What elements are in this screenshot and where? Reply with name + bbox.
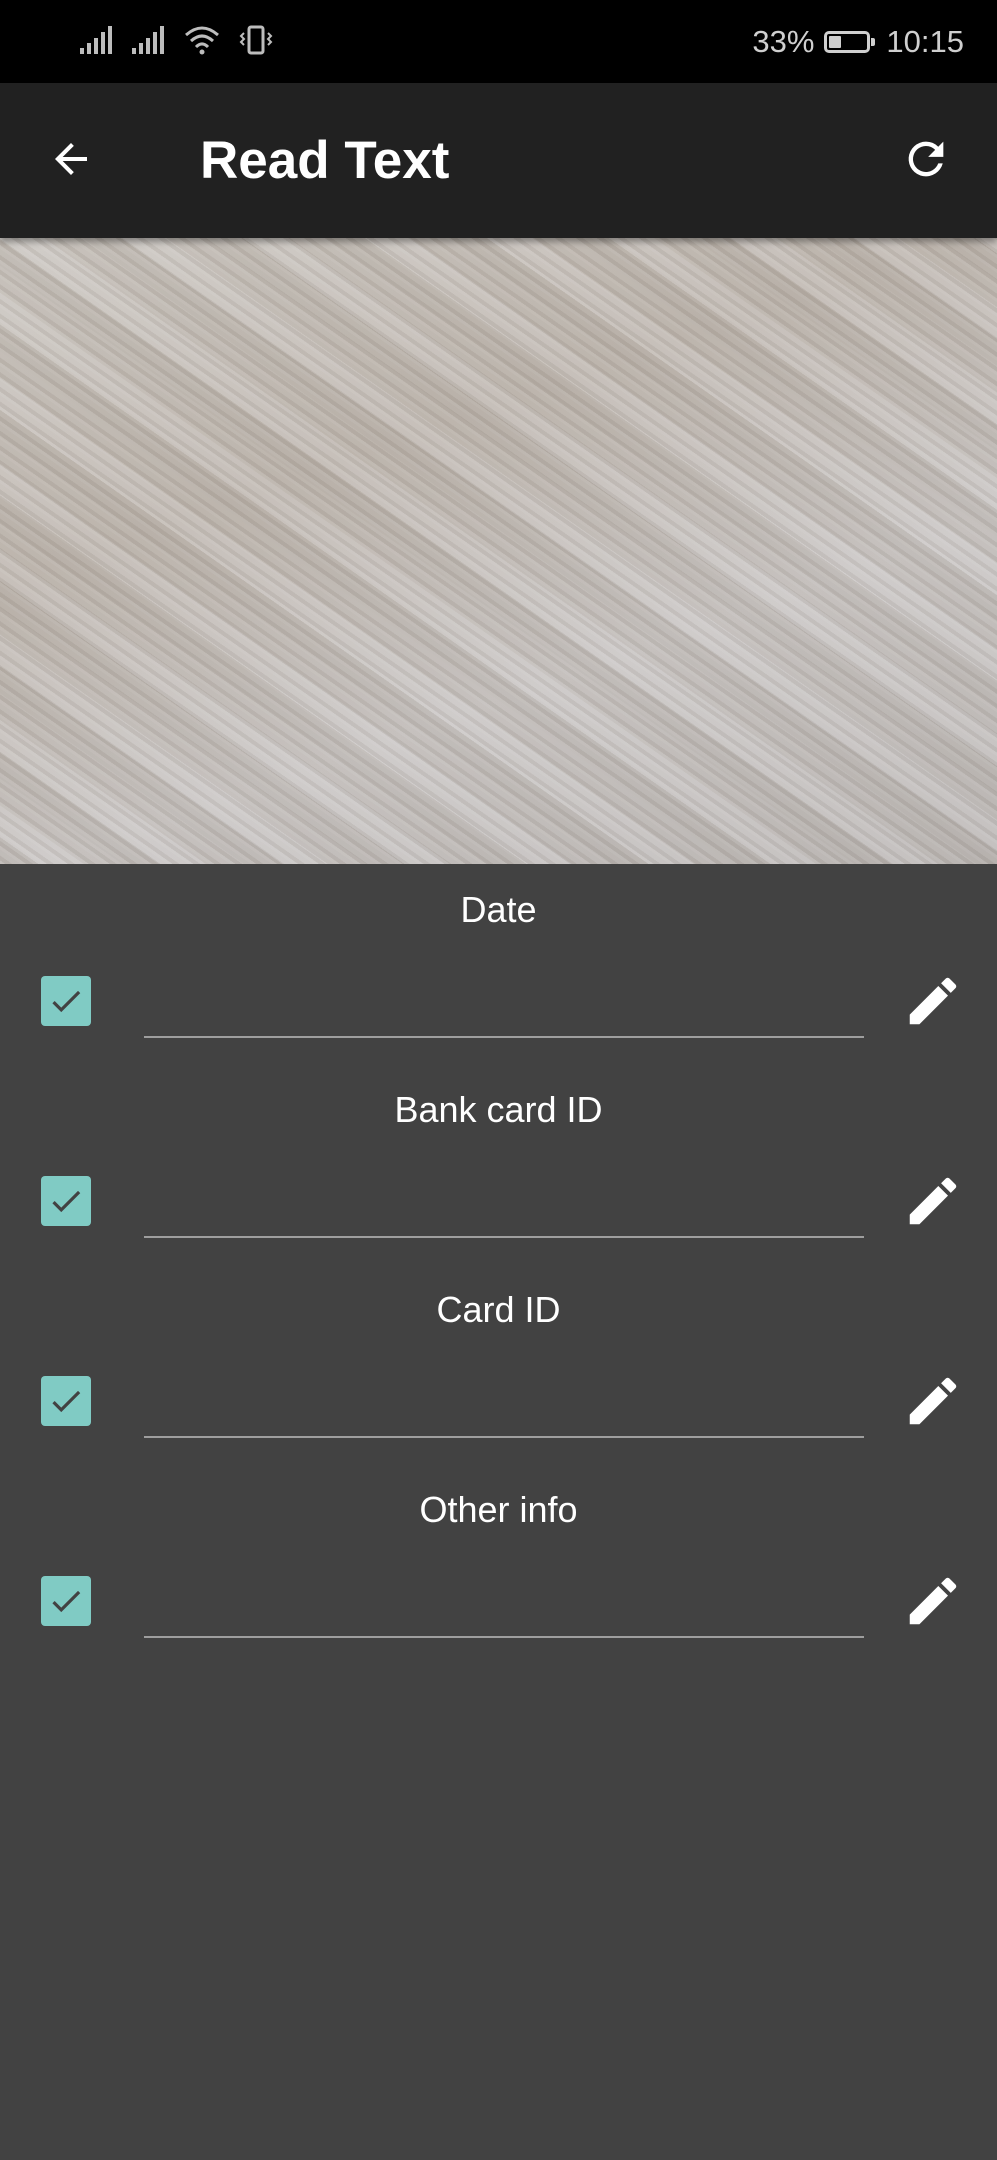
field-label: Other info: [419, 1489, 578, 1530]
card-id-input[interactable]: [144, 1364, 864, 1438]
include-checkbox[interactable]: [41, 1376, 91, 1426]
status-right: 33% 10:15: [752, 22, 964, 62]
field-date: Date: [0, 864, 997, 1064]
app-bar: Read Text: [0, 83, 997, 238]
checkmark-icon: [52, 990, 81, 1013]
include-checkbox[interactable]: [41, 1576, 91, 1626]
edit-button[interactable]: [900, 1368, 966, 1434]
field-label: Card ID: [436, 1289, 561, 1330]
checkmark-icon: [52, 1590, 81, 1613]
pencil-icon: [909, 1577, 957, 1625]
refresh-button[interactable]: [895, 130, 957, 192]
other-info-input[interactable]: [144, 1564, 864, 1638]
field-label: Bank card ID: [394, 1089, 603, 1130]
refresh-icon: [900, 133, 952, 190]
checkmark-icon: [52, 1390, 81, 1413]
bank-card-id-input[interactable]: [144, 1164, 864, 1238]
field-other-info: Other info: [0, 1464, 997, 1664]
wifi-icon: [184, 25, 220, 60]
pencil-icon: [909, 1377, 957, 1425]
status-icons: [80, 24, 274, 60]
edit-button[interactable]: [900, 968, 966, 1034]
battery-fill: [829, 36, 842, 48]
field-card-id: Card ID: [0, 1264, 997, 1464]
include-checkbox[interactable]: [41, 976, 91, 1026]
vibrate-icon: [238, 25, 274, 60]
edit-button[interactable]: [900, 1568, 966, 1634]
checkmark-icon: [52, 1190, 81, 1213]
status-bar: 33% 10:15: [0, 0, 997, 83]
pencil-icon: [909, 1177, 957, 1225]
back-button[interactable]: [40, 130, 102, 192]
clock: 10:15: [886, 24, 964, 59]
edit-button[interactable]: [900, 1168, 966, 1234]
date-input[interactable]: [144, 964, 864, 1038]
include-checkbox[interactable]: [41, 1176, 91, 1226]
signal-icon: [80, 25, 114, 59]
signal-icon: [132, 25, 166, 59]
screen: 33% 10:15 Read Text Date Bank card ID Ca…: [0, 0, 997, 2160]
field-bank-card-id: Bank card ID: [0, 1064, 997, 1264]
page-title: Read Text: [200, 131, 450, 190]
battery-percent: 33%: [752, 24, 815, 59]
pencil-icon: [909, 977, 957, 1025]
camera-preview-image: [0, 238, 997, 864]
battery-icon: [824, 31, 876, 53]
field-label: Date: [460, 889, 537, 930]
arrow-left-icon: [47, 135, 95, 188]
